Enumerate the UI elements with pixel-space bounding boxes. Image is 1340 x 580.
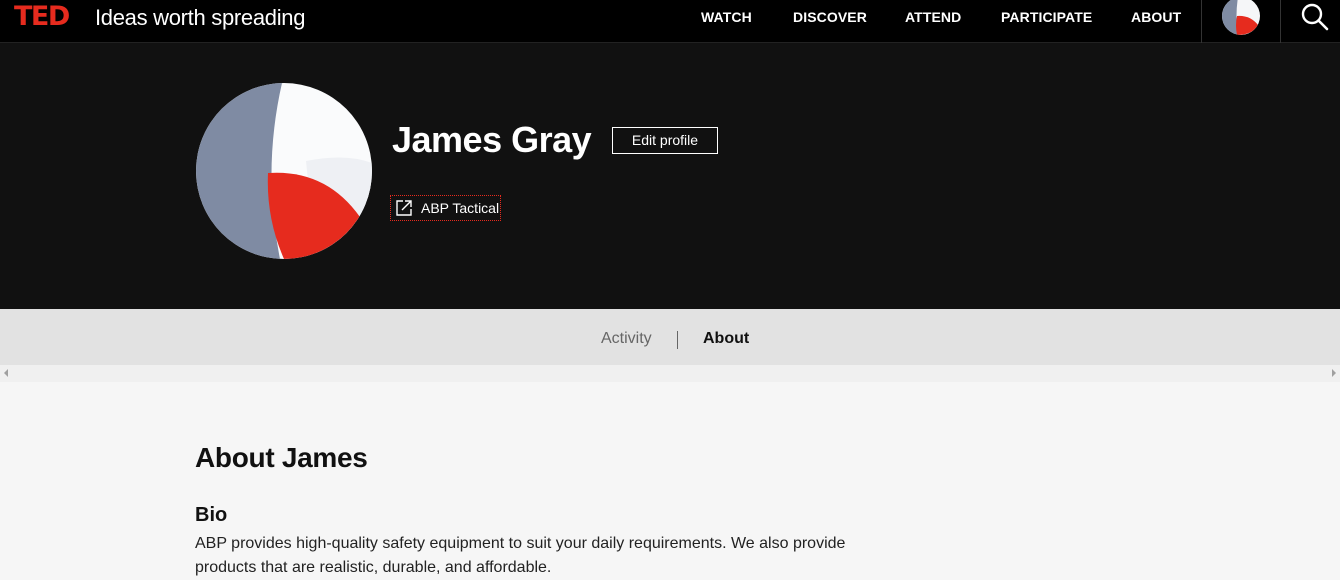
avatar-icon [1222, 0, 1260, 35]
tab-activity[interactable]: Activity [601, 330, 652, 348]
scroll-right-icon[interactable] [1332, 369, 1336, 377]
user-avatar-button[interactable] [1222, 0, 1260, 35]
profile-tabs: Activity About [0, 309, 1340, 365]
scroll-left-icon[interactable] [4, 369, 8, 377]
nav-participate[interactable]: PARTICIPATE [1001, 9, 1092, 25]
nav-about[interactable]: ABOUT [1131, 9, 1181, 25]
search-button[interactable] [1300, 2, 1330, 32]
bio-text: ABP provides high-quality safety equipme… [195, 535, 846, 576]
nav-divider [1201, 0, 1202, 43]
avatar-image [196, 83, 372, 259]
external-link-icon [396, 200, 412, 216]
profile-name: James Gray [392, 119, 592, 160]
top-nav: TED Ideas worth spreading WATCH DISCOVER… [0, 0, 1340, 43]
profile-avatar [196, 83, 372, 259]
website-link[interactable]: ABP Tactical [390, 195, 501, 221]
edit-profile-button[interactable]: Edit profile [612, 127, 718, 154]
tab-divider [677, 331, 678, 349]
search-icon [1301, 3, 1329, 31]
tagline: Ideas worth spreading [95, 5, 306, 30]
about-title: About James [195, 442, 368, 473]
bio-heading: Bio [195, 504, 228, 526]
nav-discover[interactable]: DISCOVER [793, 9, 867, 25]
tab-about[interactable]: About [703, 330, 749, 348]
horizontal-scrollbar[interactable] [0, 365, 1340, 382]
nav-attend[interactable]: ATTEND [905, 9, 961, 25]
ted-logo[interactable]: TED [14, 2, 70, 32]
website-link-label: ABP Tactical [421, 200, 500, 216]
nav-watch[interactable]: WATCH [701, 9, 752, 25]
nav-divider [1280, 0, 1281, 43]
